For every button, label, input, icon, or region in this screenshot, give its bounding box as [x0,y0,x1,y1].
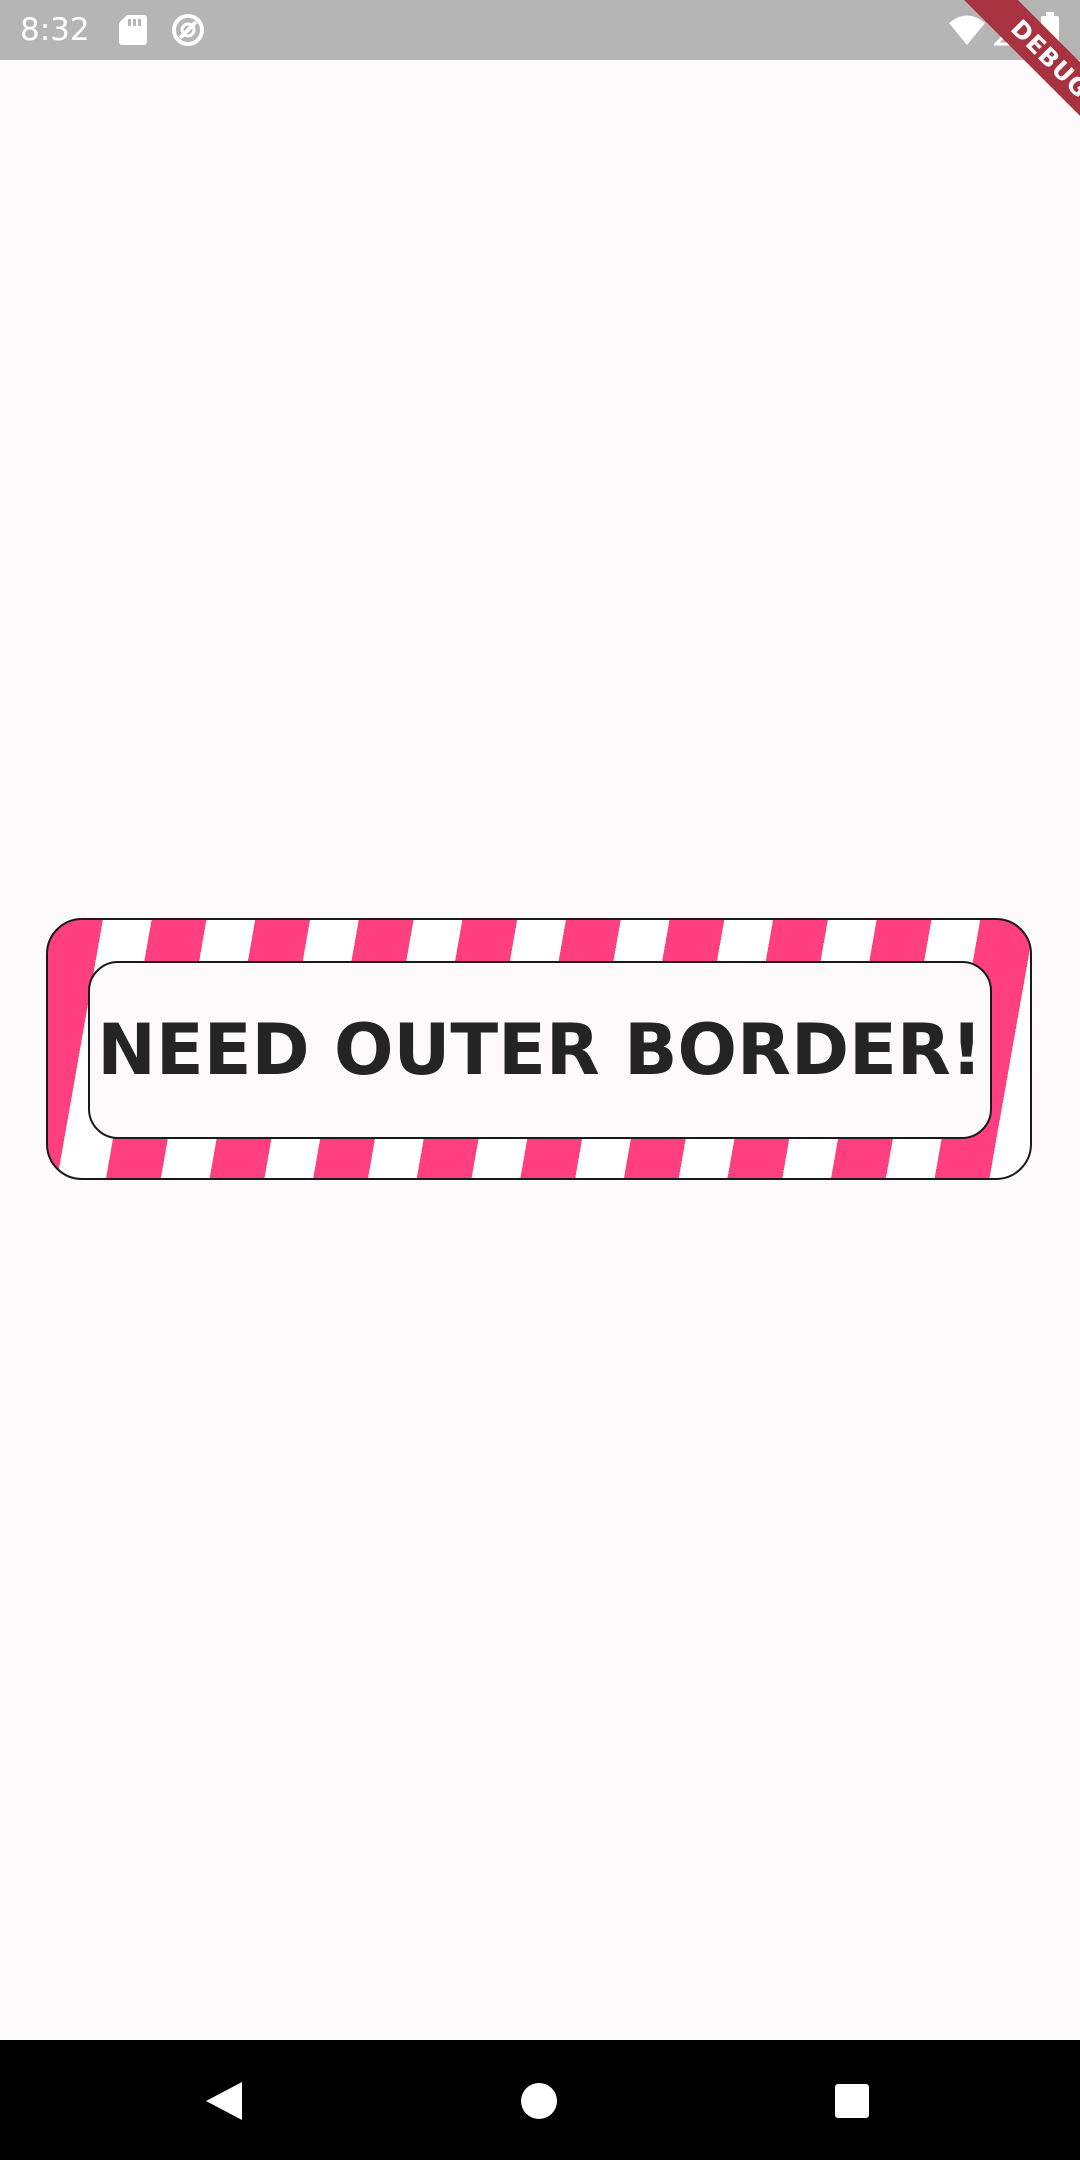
status-bar: 8:32 [0,0,1080,60]
battery-icon [1041,12,1059,47]
card-title: NEED OUTER BORDER! [97,1009,983,1091]
inner-card: NEED OUTER BORDER! [88,961,992,1139]
sync-icon [172,14,204,46]
sd-card-icon [119,15,147,45]
wifi-icon [949,15,985,45]
status-time: 8:32 [20,12,90,48]
back-icon[interactable] [204,2080,244,2122]
signal-icon [994,14,1026,46]
navigation-bar [0,2040,1080,2160]
home-icon[interactable] [520,2082,558,2120]
main-content: NEED OUTER BORDER! [0,60,1080,2040]
recents-icon[interactable] [834,2083,870,2119]
